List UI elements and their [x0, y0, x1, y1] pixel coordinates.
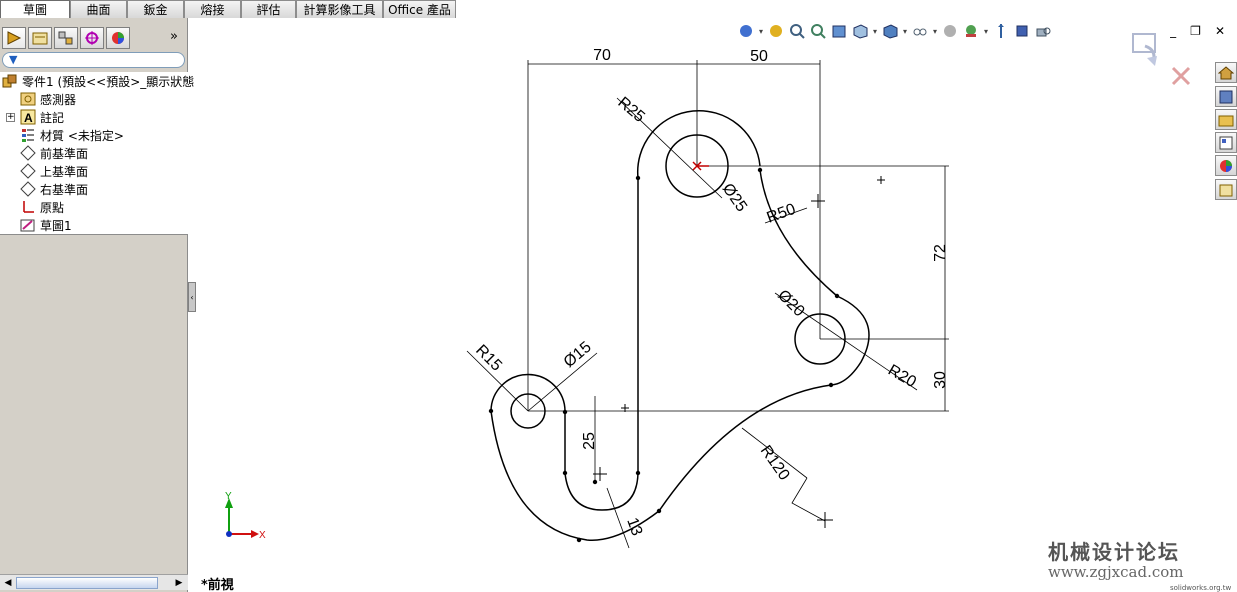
tree-item-label: 原點 [40, 200, 65, 215]
tree-item-label: 草圖1 [40, 218, 72, 233]
property-manager-icon[interactable] [28, 27, 52, 49]
dim-dia25[interactable]: Ø25 [719, 181, 750, 216]
tree-item-top-plane[interactable]: 上基準面 [20, 162, 88, 180]
dim-r20[interactable]: R20 [885, 362, 919, 391]
tree-item-label: 註記 [40, 110, 65, 125]
feature-tree: 零件1 (預設<<預設>_顯示狀態 感測器 + A 註記 材質 <未指定> 前基 [0, 72, 194, 235]
sketch-icon [20, 217, 36, 233]
dim-r50[interactable]: R50 [765, 201, 798, 227]
watermark-title: 机械设计论坛 [1048, 540, 1180, 564]
tree-item-annotations[interactable]: A 註記 [20, 108, 64, 126]
tab-photoview[interactable]: 計算影像工具 [296, 0, 383, 18]
tree-item-right-plane[interactable]: 右基準面 [20, 180, 88, 198]
filter-icon: ▼ [9, 53, 18, 66]
feature-manager-icon[interactable] [2, 27, 26, 49]
panel-collapse-handle[interactable]: ‹ [188, 282, 196, 312]
dim-30[interactable]: 30 [932, 371, 949, 389]
tree-item-sketch1[interactable]: 草圖1 [20, 216, 72, 234]
sketch-drawing: 70 50 72 30 25 13 R25 Ø25 R50 Ø20 R20 R1… [225, 47, 949, 549]
tree-item-origin[interactable]: 原點 [20, 198, 64, 216]
annotation-icon: A [20, 109, 36, 125]
display-manager-icon[interactable] [106, 27, 130, 49]
scroll-right-icon[interactable]: ▶ [172, 576, 186, 590]
dim-dia15[interactable]: Ø15 [561, 339, 595, 372]
sketch-origin-icon [692, 161, 709, 171]
tree-root-label: 零件1 (預設<<預設>_顯示狀態 [22, 74, 195, 89]
tree-item-sensors[interactable]: 感測器 [20, 90, 76, 108]
graphics-viewport[interactable]: ▾ ▾ ▾ ▾ ▾ _ ❐ ✕ 70 50 72 30 25 13 R25 Ø2… [197, 18, 1237, 592]
origin-icon [20, 199, 36, 215]
forum-watermark: 机械设计论坛 www.zgjxcad.com [1048, 536, 1184, 581]
task-pane-home-icon[interactable] [1215, 62, 1237, 83]
expand-annotations-icon[interactable]: + [6, 113, 15, 122]
sensor-icon [20, 91, 36, 107]
command-manager-tabs: 草圖 曲面 鈑金 熔接 評估 計算影像工具 Office 產品 [0, 0, 456, 18]
task-pane-design-library-icon[interactable] [1215, 86, 1237, 107]
tab-weldments[interactable]: 熔接 [184, 0, 241, 18]
tree-item-material[interactable]: 材質 <未指定> [20, 126, 124, 144]
material-icon [20, 127, 36, 143]
plane-icon [20, 145, 36, 161]
tree-item-label: 前基準面 [40, 146, 89, 161]
feature-manager-panel: » ▼ 零件1 (預設<<預設>_顯示狀態 感測器 + A 註記 材質 <未指定… [0, 18, 194, 592]
watermark-small-site: solidworks.org.tw [1170, 584, 1232, 592]
tree-item-label: 感測器 [40, 92, 77, 107]
plane-icon [20, 181, 36, 197]
view-orientation-label: *前視 [201, 578, 234, 592]
tree-item-front-plane[interactable]: 前基準面 [20, 144, 88, 162]
part-icon [2, 73, 18, 89]
dim-72[interactable]: 72 [932, 244, 949, 262]
task-pane-view-palette-icon[interactable] [1215, 132, 1237, 153]
holes[interactable] [510, 134, 846, 429]
tab-sketch[interactable]: 草圖 [0, 0, 70, 18]
task-pane-appearances-icon[interactable] [1215, 155, 1237, 176]
tree-root-part[interactable]: 零件1 (預設<<預設>_顯示狀態 [2, 72, 194, 90]
task-pane-file-explorer-icon[interactable] [1215, 109, 1237, 130]
dim-25[interactable]: 25 [581, 432, 598, 450]
dimxpert-icon[interactable] [80, 27, 104, 49]
task-pane-custom-properties-icon[interactable] [1215, 179, 1237, 200]
tab-office-products[interactable]: Office 產品 [383, 0, 456, 18]
dim-70[interactable]: 70 [593, 47, 611, 64]
tab-surfaces[interactable]: 曲面 [70, 0, 127, 18]
dim-r15[interactable]: R15 [472, 342, 505, 375]
scroll-left-icon[interactable]: ◀ [1, 576, 15, 590]
tree-item-label: 上基準面 [40, 164, 89, 179]
configuration-manager-icon[interactable] [54, 27, 78, 49]
sketch-geometry[interactable] [490, 109, 870, 541]
sketch-points [488, 167, 840, 543]
dim-50[interactable]: 50 [750, 48, 768, 65]
tab-sheet-metal[interactable]: 鈑金 [127, 0, 184, 18]
tree-item-label: 材質 <未指定> [40, 128, 124, 143]
dimension-texts: 70 50 72 30 25 13 R25 Ø25 R50 Ø20 R20 R1… [472, 47, 949, 538]
tree-item-label: 右基準面 [40, 182, 89, 197]
dim-13[interactable]: 13 [623, 516, 645, 539]
triad-y-label: Y [225, 491, 232, 502]
scroll-thumb[interactable] [16, 577, 158, 589]
panel-horizontal-scrollbar[interactable]: ◀ ▶ [0, 574, 188, 590]
svg-text:A: A [24, 111, 33, 125]
dimension-lines [466, 60, 949, 549]
panel-toolbar [2, 27, 130, 49]
tab-evaluate[interactable]: 評估 [241, 0, 296, 18]
plane-icon [20, 163, 36, 179]
triad-x-label: X [259, 530, 266, 541]
view-triad: Y X [225, 491, 266, 541]
watermark-url: www.zgjxcad.com [1048, 563, 1184, 581]
dim-dia20[interactable]: Ø20 [774, 287, 807, 320]
panel-expand-chevron-icon[interactable]: » [170, 29, 178, 44]
dim-r25[interactable]: R25 [614, 94, 647, 126]
tree-filter-input[interactable]: ▼ [2, 52, 185, 68]
